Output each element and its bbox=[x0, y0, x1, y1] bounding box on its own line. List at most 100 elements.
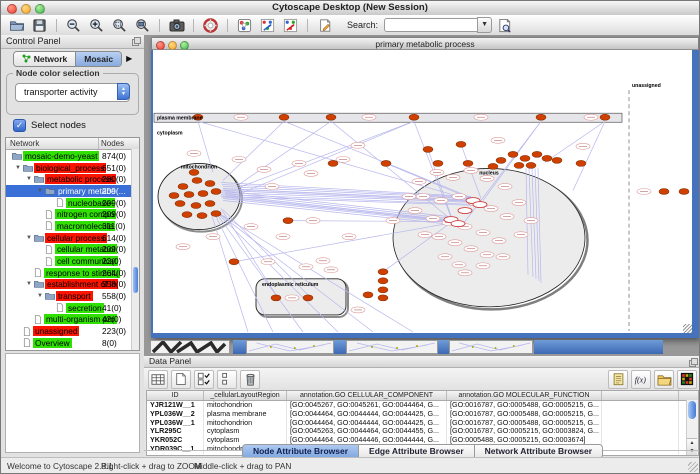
graph-node[interactable] bbox=[182, 212, 192, 218]
graph-node[interactable] bbox=[456, 141, 466, 147]
graph-node[interactable] bbox=[184, 192, 194, 198]
save-button[interactable] bbox=[29, 17, 50, 34]
float-panel-icon[interactable] bbox=[132, 37, 141, 46]
dp-fx-button[interactable]: f(x) bbox=[631, 370, 651, 389]
graph-node[interactable] bbox=[363, 292, 373, 298]
graph-node[interactable] bbox=[526, 162, 536, 168]
graph-node[interactable] bbox=[205, 180, 215, 186]
zoom-in-button[interactable] bbox=[86, 17, 107, 34]
graph-node[interactable] bbox=[423, 146, 433, 152]
tree-row-cell-communicat[interactable]: cell communicat22(0) bbox=[6, 255, 139, 267]
dp-grid-button[interactable] bbox=[148, 370, 168, 389]
table-column-header[interactable]: annotation.GO CELLULAR_COMPONENT bbox=[287, 391, 447, 400]
tree-row-metabolic-process[interactable]: ▼metabolic process280(0) bbox=[6, 173, 139, 185]
graph-node-highlight[interactable] bbox=[458, 208, 472, 214]
tree-row-nitrogen-compo[interactable]: nitrogen compo209(0) bbox=[6, 208, 139, 220]
graph-node[interactable] bbox=[514, 162, 524, 168]
graph-node[interactable] bbox=[229, 259, 239, 265]
graph-node-highlight[interactable] bbox=[451, 221, 465, 227]
window-resize-grip[interactable] bbox=[683, 324, 692, 333]
table-row[interactable]: YLR295Ccytoplasm[GO:0045263, GO:0044464,… bbox=[147, 427, 698, 436]
graph-node[interactable] bbox=[198, 190, 208, 196]
tree-scrollbar[interactable] bbox=[131, 149, 139, 350]
table-row[interactable]: YPL036W__2plasma membrane[GO:0044464, GO… bbox=[147, 410, 698, 419]
minimize-window-icon[interactable] bbox=[21, 4, 31, 14]
graph-node[interactable] bbox=[378, 269, 388, 275]
dp-folder-button[interactable] bbox=[654, 370, 674, 389]
graph-node[interactable] bbox=[328, 160, 338, 166]
tree-row-macromolecule[interactable]: macromolecule311(0) bbox=[6, 220, 139, 232]
graph-node[interactable] bbox=[679, 188, 689, 194]
graph-node[interactable] bbox=[552, 157, 562, 163]
expand-arrow-icon[interactable]: ▼ bbox=[24, 176, 34, 182]
node-color-dropdown[interactable]: transporter activity ▲▼ bbox=[15, 83, 130, 102]
close-window-icon[interactable] bbox=[7, 4, 17, 14]
expand-arrow-icon[interactable]: ▼ bbox=[35, 293, 45, 299]
graph-node[interactable] bbox=[169, 193, 179, 199]
tree-row-biological-process[interactable]: ▼biological_process651(0) bbox=[6, 162, 139, 174]
tree-row-nucleobase-[interactable]: nucleobase-209(0) bbox=[6, 197, 139, 209]
expand-arrow-icon[interactable]: ▼ bbox=[24, 235, 34, 241]
graph-node[interactable] bbox=[488, 163, 498, 169]
expand-arrow-icon[interactable]: ▼ bbox=[24, 281, 34, 287]
graph-node[interactable] bbox=[542, 155, 552, 161]
tree-row-response-to-stimulu[interactable]: response to stimulu264(0) bbox=[6, 267, 139, 279]
dp-note-button[interactable] bbox=[608, 370, 628, 389]
search-go-button[interactable] bbox=[494, 17, 515, 34]
search-input[interactable] bbox=[384, 18, 477, 32]
graph-node-highlight[interactable] bbox=[473, 202, 487, 208]
graph-node[interactable] bbox=[283, 218, 293, 224]
graph-node[interactable] bbox=[409, 114, 419, 120]
graph-node[interactable] bbox=[576, 160, 586, 166]
tab-mosaic[interactable]: Mosaic bbox=[76, 52, 121, 66]
graph-node[interactable] bbox=[197, 213, 207, 219]
background-window-zigzag[interactable] bbox=[150, 340, 230, 354]
background-window-edge[interactable] bbox=[438, 340, 449, 354]
table-column-header[interactable]: ID bbox=[147, 391, 204, 400]
camera-button[interactable] bbox=[166, 17, 187, 34]
tree-row-cellular-metabol[interactable]: cellular metabol209(0) bbox=[6, 244, 139, 256]
graph-node[interactable] bbox=[508, 151, 518, 157]
graph-node[interactable] bbox=[659, 188, 669, 194]
tree-row-establishment-of-lo[interactable]: ▼establishment of lo558(0) bbox=[6, 279, 139, 291]
background-window-edge[interactable] bbox=[334, 340, 346, 354]
graph-node[interactable] bbox=[326, 114, 336, 120]
search-dropdown-icon[interactable]: ▼ bbox=[477, 17, 492, 33]
graph-node[interactable] bbox=[536, 114, 546, 120]
graph-node[interactable] bbox=[378, 278, 388, 284]
zoom-window-icon[interactable] bbox=[35, 4, 45, 14]
help-button[interactable] bbox=[200, 17, 221, 34]
app-resize-grip[interactable] bbox=[688, 462, 698, 472]
float-data-panel-icon[interactable] bbox=[689, 358, 698, 367]
graph-node[interactable] bbox=[178, 183, 188, 189]
graph-node[interactable] bbox=[271, 295, 281, 301]
table-row[interactable]: YJR121W__1mitochondrion[GO:0045267, GO:0… bbox=[147, 401, 698, 410]
tree-row-multi-organism-pro[interactable]: multi-organism pro42(0) bbox=[6, 314, 139, 326]
layout-red-button[interactable] bbox=[280, 17, 301, 34]
graph-node[interactable] bbox=[378, 295, 388, 301]
graph-node[interactable] bbox=[381, 160, 391, 166]
background-window-2[interactable] bbox=[346, 340, 438, 354]
vizmapper-button[interactable] bbox=[234, 17, 255, 34]
dp-selsq-button[interactable] bbox=[217, 370, 237, 389]
graph-node[interactable] bbox=[303, 295, 313, 301]
tab-network[interactable]: Network bbox=[14, 52, 76, 66]
tree-row-unassigned[interactable]: unassigned223(0) bbox=[6, 325, 139, 337]
zoom-fit-button[interactable] bbox=[132, 17, 153, 34]
open-button[interactable] bbox=[6, 17, 27, 34]
expand-arrow-icon[interactable]: ▼ bbox=[13, 165, 23, 171]
background-window-1[interactable] bbox=[246, 340, 334, 354]
graph-node[interactable] bbox=[191, 203, 201, 209]
tree-row-cellular-process[interactable]: ▼cellular process614(0) bbox=[6, 232, 139, 244]
table-row[interactable]: YPL036W__1mitochondrion[GO:0044464, GO:0… bbox=[147, 419, 698, 428]
dp-trash-button[interactable] bbox=[240, 370, 260, 389]
graph-node[interactable] bbox=[175, 201, 185, 207]
background-window-3[interactable] bbox=[449, 340, 533, 354]
tree-row-mosaic-demo-yeast[interactable]: mosaic-demo-yeast874(0) bbox=[6, 150, 139, 162]
tree-row-secretion[interactable]: secretion41(0) bbox=[6, 302, 139, 314]
tab-overflow-button[interactable]: ▶ bbox=[126, 54, 132, 63]
network-view-window[interactable]: primary metabolic process plasma membran… bbox=[151, 37, 699, 338]
layout-blue-button[interactable] bbox=[257, 17, 278, 34]
table-column-header[interactable]: _cellularLayoutRegion bbox=[204, 391, 287, 400]
minimize-view-icon[interactable] bbox=[168, 41, 177, 50]
